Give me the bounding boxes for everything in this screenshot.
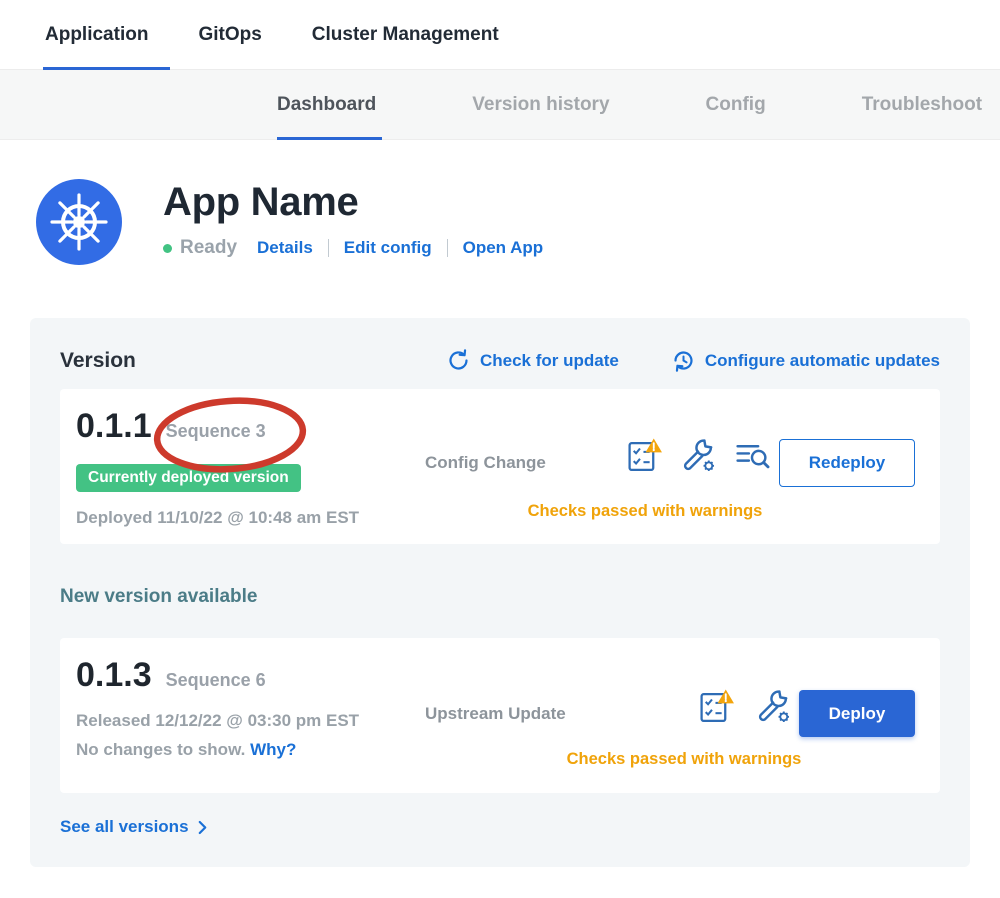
open-app-link[interactable]: Open App: [463, 238, 544, 258]
version-panel-header: Version Check for update: [60, 348, 940, 373]
status-badge: Ready: [180, 237, 237, 259]
tab-cluster-management[interactable]: Cluster Management: [312, 0, 499, 69]
redeploy-button[interactable]: Redeploy: [779, 439, 915, 487]
clock-refresh-icon: [671, 348, 696, 373]
ready-status-dot-icon: [163, 244, 172, 253]
divider: [328, 239, 329, 257]
configure-automatic-updates-link[interactable]: Configure automatic updates: [671, 348, 940, 373]
tab-application[interactable]: Application: [45, 0, 148, 69]
deploy-button[interactable]: Deploy: [799, 690, 915, 737]
check-for-update-label: Check for update: [480, 351, 619, 371]
tab-dashboard[interactable]: Dashboard: [277, 70, 376, 139]
config-wrench-gear-icon[interactable]: [755, 688, 792, 725]
current-checks-status: Checks passed with warnings: [490, 502, 800, 521]
secondary-nav: Dashboard Version history Config Trouble…: [0, 70, 1000, 140]
config-wrench-gear-icon[interactable]: [680, 437, 717, 474]
app-header: App Name Ready Details Edit config Open …: [0, 140, 1000, 266]
preflight-checks-warning-icon[interactable]: [698, 688, 735, 725]
current-sequence-label: Sequence 3: [166, 421, 266, 442]
preflight-checks-warning-icon[interactable]: [626, 437, 663, 474]
new-version-icons: [698, 688, 792, 725]
chevron-right-icon: [197, 820, 208, 835]
current-version-number: 0.1.1: [76, 407, 152, 446]
configure-automatic-updates-label: Configure automatic updates: [705, 351, 940, 371]
refresh-icon: [446, 348, 471, 373]
view-files-magnifier-icon[interactable]: [734, 437, 771, 474]
new-change-type-label: Upstream Update: [425, 704, 566, 724]
current-version-card: 0.1.1 Sequence 3 Currently deployed vers…: [60, 389, 940, 544]
version-section-title: Version: [60, 349, 136, 373]
new-version-card: 0.1.3 Sequence 6 Released 12/12/22 @ 03:…: [60, 638, 940, 793]
tab-gitops[interactable]: GitOps: [198, 0, 261, 69]
app-header-text: App Name Ready Details Edit config Open …: [163, 178, 543, 259]
new-version-available-banner: New version available: [60, 586, 940, 608]
current-version-icons: [626, 437, 771, 474]
app-dashboard-page: { "topnav": { "tabs": [ { "label": "Appl…: [0, 0, 1000, 898]
why-link[interactable]: Why?: [250, 740, 296, 759]
app-status-row: Ready Details Edit config Open App: [163, 237, 543, 259]
new-version-number: 0.1.3: [76, 656, 152, 695]
check-for-update-link[interactable]: Check for update: [446, 348, 619, 373]
new-sequence-label: Sequence 6: [166, 670, 266, 691]
tab-troubleshoot[interactable]: Troubleshoot: [862, 70, 982, 139]
details-link[interactable]: Details: [257, 238, 313, 258]
version-panel: Version Check for update: [30, 318, 970, 867]
version-panel-actions: Check for update Configure automatic upd…: [446, 348, 940, 373]
current-change-type-label: Config Change: [425, 453, 546, 473]
page-title: App Name: [163, 180, 543, 225]
currently-deployed-badge: Currently deployed version: [76, 464, 301, 492]
no-changes-label: No changes to show.: [76, 740, 245, 759]
see-all-versions-link[interactable]: See all versions: [60, 817, 208, 837]
kubernetes-logo-icon: [35, 178, 123, 266]
primary-nav: Application GitOps Cluster Management: [0, 0, 1000, 70]
divider: [447, 239, 448, 257]
see-all-versions-label: See all versions: [60, 817, 189, 837]
edit-config-link[interactable]: Edit config: [344, 238, 432, 258]
new-checks-status: Checks passed with warnings: [534, 750, 834, 769]
tab-version-history[interactable]: Version history: [472, 70, 609, 139]
tab-config[interactable]: Config: [706, 70, 766, 139]
